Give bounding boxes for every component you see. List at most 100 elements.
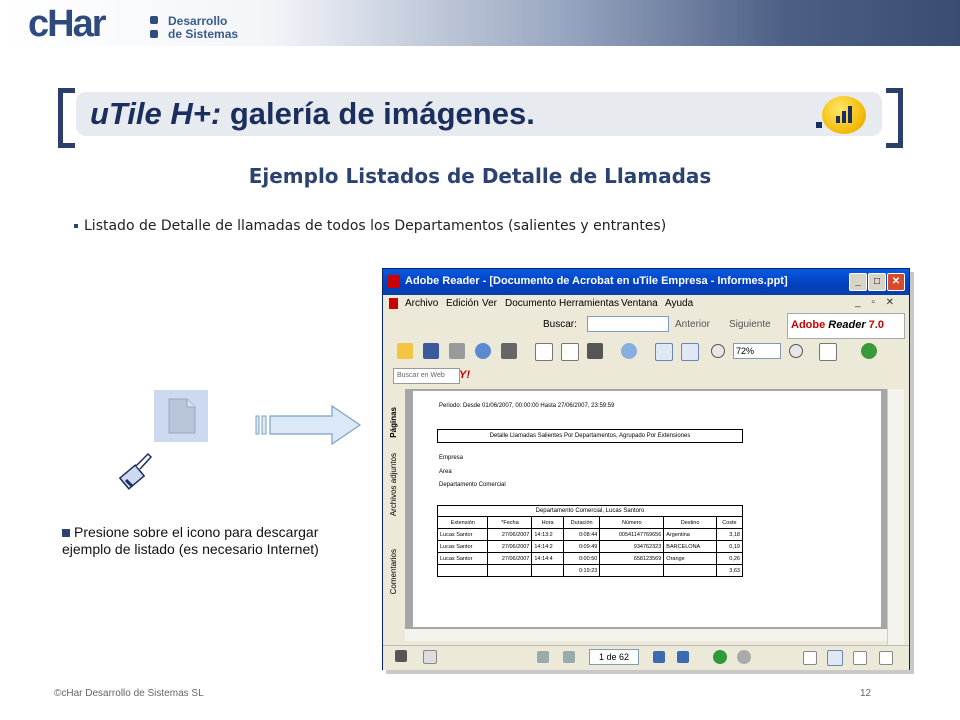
- logo-subtitle-line2: de Sistemas: [168, 27, 239, 41]
- footer-copyright: ©cHar Desarrollo de Sistemas SL: [54, 688, 204, 699]
- table-row: Lucas Santor 27/06/2007 14:14:2 0:09:49 …: [436, 540, 744, 553]
- close-button[interactable]: ✕: [887, 273, 905, 291]
- continuous-facing-icon[interactable]: [879, 651, 893, 665]
- tab-comentarios[interactable]: Comentarios: [389, 549, 405, 594]
- col-coste: Coste: [715, 516, 744, 529]
- search-input[interactable]: [587, 316, 669, 332]
- menu-bar: Archivo Edición Ver Documento Herramient…: [383, 295, 909, 313]
- vertical-scrollbar[interactable]: [887, 389, 904, 647]
- fit-width-icon[interactable]: [681, 343, 699, 361]
- download-document-button[interactable]: [154, 390, 208, 442]
- tab-paginas[interactable]: Páginas: [389, 407, 405, 438]
- bullet-square-icon: [74, 224, 78, 228]
- search-label[interactable]: Buscar:: [543, 319, 577, 330]
- page-title: uTile H+: galería de imágenes.: [90, 94, 535, 134]
- menu-documento[interactable]: Documento: [505, 298, 556, 309]
- cell: 0:00:50: [562, 552, 601, 565]
- last-page-icon[interactable]: [677, 651, 689, 663]
- next-result-button[interactable]: Siguiente: [729, 319, 771, 330]
- cell: 14:14:2: [531, 540, 564, 553]
- first-page-icon[interactable]: [537, 651, 549, 663]
- yahoo-button[interactable]: Y!: [459, 369, 470, 381]
- navigation-statusbar: [383, 645, 909, 670]
- rotate-view-icon[interactable]: [819, 343, 837, 361]
- title-bracket-right: [886, 88, 903, 148]
- menu-ayuda[interactable]: Ayuda: [665, 298, 693, 309]
- previous-page-icon[interactable]: [563, 651, 575, 663]
- total-duration: 0:19:23: [562, 564, 601, 577]
- bullet-text: Listado de Detalle de llamadas de todos …: [84, 218, 667, 234]
- zoom-level-select[interactable]: 72%: [733, 343, 781, 359]
- signal-coin-icon: [822, 96, 866, 134]
- menu-edicion[interactable]: Edición: [446, 298, 479, 309]
- report-empresa: Empresa: [439, 455, 464, 461]
- col-duracion: Duración: [562, 516, 601, 529]
- menu-archivo[interactable]: Archivo: [405, 298, 438, 309]
- download-instructions: Presione sobre el icono para descargar e…: [62, 524, 332, 558]
- previous-result-button[interactable]: Anterior: [675, 319, 710, 330]
- single-page-icon[interactable]: [803, 651, 817, 665]
- cell: 14:14:4: [531, 552, 564, 565]
- maximize-button[interactable]: □: [868, 273, 886, 291]
- calls-table: Extensión *Fecha Hora Duración Número De…: [436, 516, 744, 577]
- zoom-in-tool-icon[interactable]: [621, 343, 637, 359]
- page-indicator[interactable]: 1 de 62: [589, 649, 639, 665]
- cell: 3,18: [715, 528, 744, 541]
- email-icon[interactable]: [475, 343, 491, 359]
- tab-archivos-adjuntos[interactable]: Archivos adjuntos: [389, 453, 405, 516]
- cell: [487, 564, 533, 577]
- next-page-icon[interactable]: [653, 651, 665, 663]
- pointing-hand-icon: [118, 452, 153, 490]
- cell: 0:08:44: [562, 528, 601, 541]
- title-bracket-left: [58, 88, 75, 148]
- report-departamento: Departamento Comercial: [439, 482, 506, 488]
- press-bullet-icon: [62, 529, 70, 537]
- title-rest: galería de imágenes.: [221, 96, 535, 131]
- cell: [599, 564, 665, 577]
- window-title: Adobe Reader - [Documento de Acrobat en …: [405, 275, 788, 287]
- cell: 934762323: [599, 540, 665, 553]
- minimize-button[interactable]: _: [849, 273, 867, 291]
- hand-tool-icon[interactable]: [535, 343, 553, 361]
- continuous-icon[interactable]: [827, 650, 843, 666]
- report-period: Periodo: Desde 01/06/2007, 00:00:00 Hast…: [439, 403, 615, 409]
- cell: BARCELONA: [663, 540, 717, 553]
- report-header: Detalle Llamadas Salientes Por Departame…: [437, 429, 743, 443]
- go-forward-icon[interactable]: [737, 650, 751, 664]
- cell: Lucas Santor: [436, 552, 489, 565]
- cell: 0:09:49: [562, 540, 601, 553]
- screen-icon[interactable]: [395, 650, 407, 662]
- help-icon[interactable]: [861, 343, 877, 359]
- menu-ver[interactable]: Ver: [482, 298, 497, 309]
- cell: 0,19: [715, 540, 744, 553]
- zoom-out-icon[interactable]: [711, 344, 725, 358]
- total-cost: 3,63: [715, 564, 744, 577]
- adobe-app-icon: [388, 275, 400, 288]
- logo-dots: [150, 14, 162, 42]
- facing-icon[interactable]: [853, 651, 867, 665]
- report-area: Area: [439, 469, 452, 475]
- document-icon: [168, 398, 196, 434]
- save-icon[interactable]: [423, 343, 439, 359]
- press-text: Presione sobre el icono para descargar e…: [62, 524, 319, 557]
- select-text-icon[interactable]: [561, 343, 579, 361]
- panel-icon[interactable]: [423, 650, 437, 664]
- menu-herramientas[interactable]: Herramientas: [559, 298, 619, 309]
- binoculars-icon[interactable]: [501, 343, 517, 359]
- cell: Argentina: [663, 528, 717, 541]
- snapshot-icon[interactable]: [587, 343, 603, 359]
- open-folder-icon[interactable]: [397, 343, 413, 359]
- fit-page-icon[interactable]: [655, 343, 673, 361]
- go-back-icon[interactable]: [713, 650, 727, 664]
- horizontal-scrollbar[interactable]: [405, 629, 887, 641]
- main-toolbar: [383, 339, 909, 365]
- document-window-controls[interactable]: _ ▫ ✕: [855, 297, 898, 308]
- logo-wordmark: cHar: [28, 3, 106, 45]
- web-search-input[interactable]: Buscar en Web: [393, 368, 460, 384]
- cell: Lucas Santor: [436, 528, 489, 541]
- zoom-in-icon[interactable]: [789, 344, 803, 358]
- section-subtitle: Ejemplo Listados de Detalle de Llamadas: [248, 164, 712, 188]
- table-row: Lucas Santor 27/06/2007 14:13:2 0:08:44 …: [436, 528, 744, 541]
- menu-ventana[interactable]: Ventana: [621, 298, 658, 309]
- print-icon[interactable]: [449, 343, 465, 359]
